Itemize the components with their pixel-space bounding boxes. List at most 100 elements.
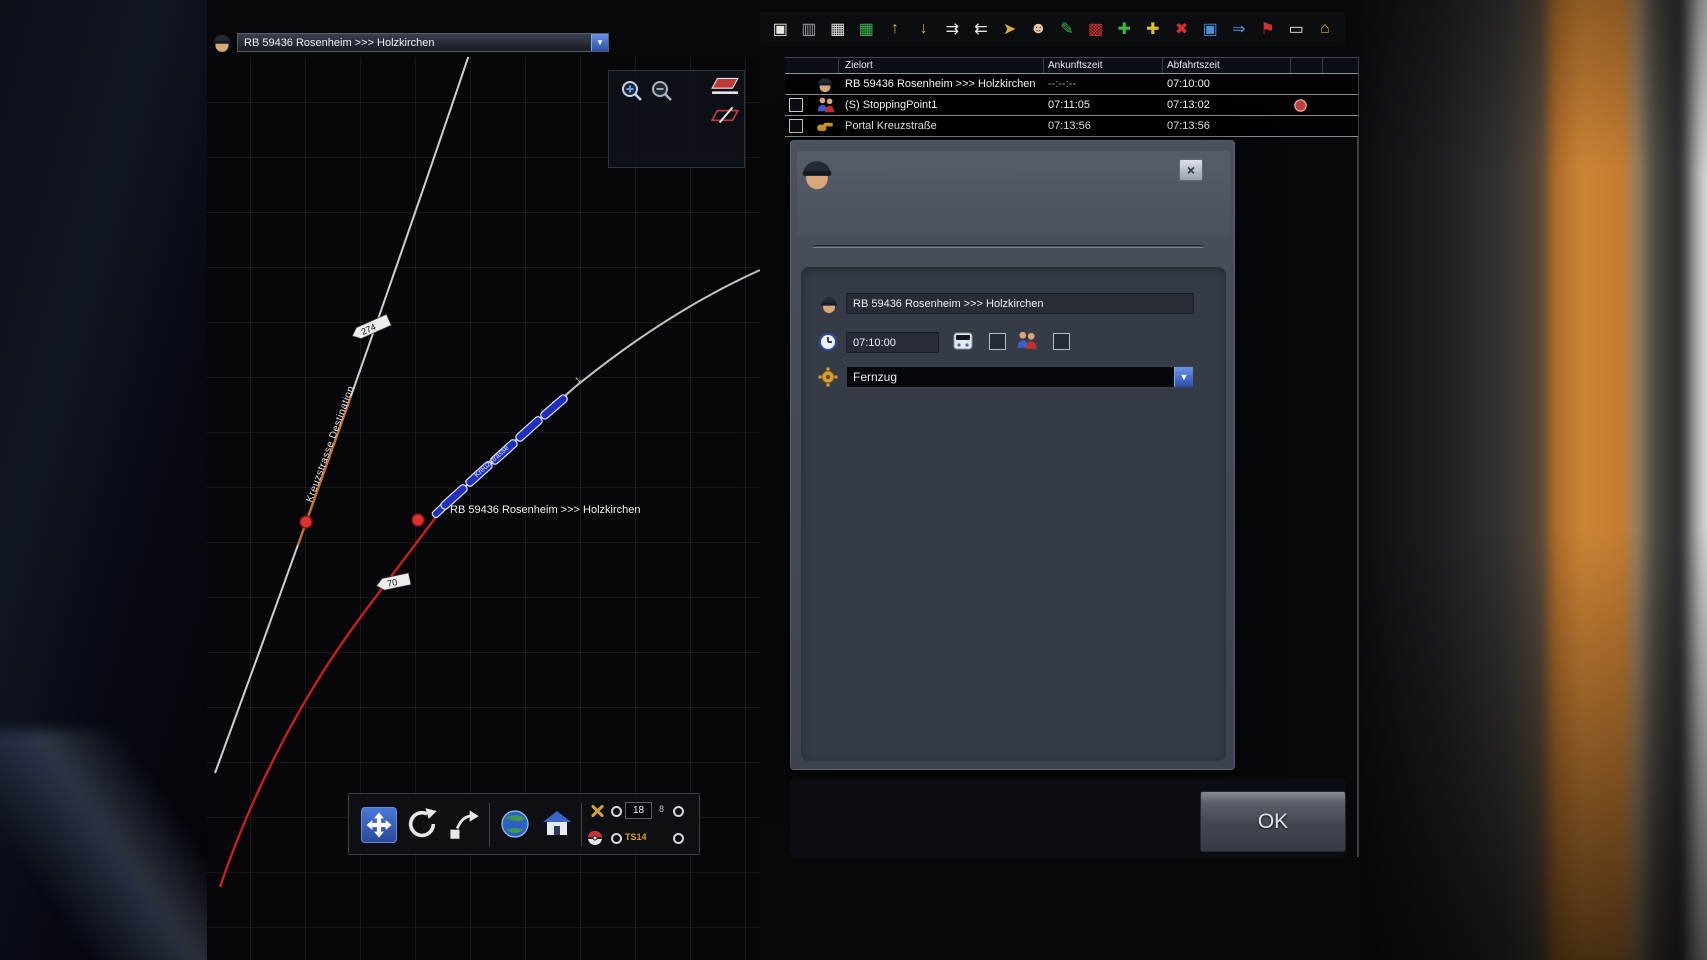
track-destination-label: Kreuzstrasse Destination bbox=[304, 384, 356, 504]
row-ankunftszeit: --:--:-- bbox=[1048, 78, 1076, 90]
route-marker-dot[interactable] bbox=[412, 514, 424, 526]
driver-avatar bbox=[799, 155, 835, 191]
row-abfahrtszeit: 07:13:02 bbox=[1167, 99, 1210, 111]
driver-avatar bbox=[211, 31, 233, 53]
zoom-in-button[interactable] bbox=[619, 78, 645, 104]
dialog-divider bbox=[813, 245, 1203, 248]
route-selector-dropdown[interactable]: RB 59436 Rosenheim >>> Holzkirchen ▼ bbox=[237, 33, 609, 52]
globe-icon bbox=[499, 808, 531, 840]
draw-area-button[interactable] bbox=[711, 75, 739, 97]
map-panel[interactable]: 274 70 Kreuzstrasse Destination Kreuzstr… bbox=[207, 57, 760, 960]
flag-icon[interactable]: ⚑ bbox=[1255, 16, 1280, 42]
row-abfahrtszeit: 07:13:56 bbox=[1167, 120, 1210, 132]
display-radio-2[interactable] bbox=[673, 806, 684, 817]
texture-grid-icon[interactable]: ▩ bbox=[1083, 16, 1108, 42]
row-zielort: (S) StoppingPoint1 bbox=[845, 99, 1041, 111]
background-scene-right bbox=[1360, 0, 1707, 960]
driver-avatar bbox=[819, 294, 839, 314]
edit-area-button[interactable] bbox=[711, 105, 739, 127]
table-row-stop[interactable]: (S) StoppingPoint1 07:11:05 07:13:02 bbox=[785, 95, 1358, 116]
portal-tool-icon[interactable]: ⇒ bbox=[1227, 16, 1252, 42]
shift-left-icon[interactable]: ⇇ bbox=[969, 16, 994, 42]
grid-icon[interactable]: ▦ bbox=[825, 16, 850, 42]
stop-marker-icon bbox=[1293, 98, 1308, 116]
table-row-portal[interactable]: Portal Kreuzstraße 07:13:56 07:13:56 bbox=[785, 116, 1358, 137]
home-icon bbox=[541, 808, 573, 840]
train-option-checkbox[interactable] bbox=[989, 333, 1006, 350]
timetable-header: Zielort Ankunftszeit Abfahrtszeit bbox=[785, 57, 1358, 74]
home-view-button[interactable] bbox=[541, 808, 573, 840]
passengers-icon[interactable] bbox=[1015, 330, 1039, 351]
pan-tool-button[interactable] bbox=[361, 807, 397, 843]
column-zielort: Zielort bbox=[845, 60, 873, 71]
rotate-view-button[interactable] bbox=[405, 807, 439, 841]
service-type-icon bbox=[818, 367, 838, 387]
add-service-icon[interactable]: ✚ bbox=[1112, 16, 1137, 42]
rotate-icon bbox=[405, 807, 439, 841]
raise-icon[interactable]: ↑ bbox=[883, 16, 908, 42]
crossed-tools-icon[interactable] bbox=[589, 803, 605, 819]
ruler-icon[interactable]: ▭ bbox=[1284, 16, 1309, 42]
delete-service-icon[interactable]: ✖ bbox=[1169, 16, 1194, 42]
service-dialog: × bbox=[790, 140, 1235, 770]
display-radio-1[interactable] bbox=[611, 806, 622, 817]
column-abfahrtszeit: Abfahrtszeit bbox=[1167, 60, 1220, 71]
dialog-body: Fernzug ▼ bbox=[801, 267, 1226, 761]
properties-icon[interactable]: ▣ bbox=[1198, 16, 1223, 42]
gradient-marker-lower-value: 70 bbox=[386, 577, 398, 589]
jump-icon bbox=[447, 807, 481, 841]
row-zielort: RB 59436 Rosenheim >>> Holzkirchen bbox=[845, 78, 1041, 90]
shift-right-icon[interactable]: ⇉ bbox=[940, 16, 965, 42]
depot-icon[interactable]: ⌂ bbox=[1312, 16, 1337, 42]
clock-icon bbox=[818, 332, 838, 352]
column-ankunftszeit: Ankunftszeit bbox=[1048, 60, 1102, 71]
row-ankunftszeit: 07:13:56 bbox=[1048, 120, 1091, 132]
editor-screen: 274 70 Kreuzstrasse Destination Kreuzstr… bbox=[0, 0, 1707, 960]
lower-icon[interactable]: ↓ bbox=[911, 16, 936, 42]
service-type-dropdown[interactable]: Fernzug ▼ bbox=[846, 366, 1194, 388]
jump-to-button[interactable] bbox=[447, 807, 481, 841]
light-streak bbox=[0, 730, 207, 960]
timetable-rows: RB 59436 Rosenheim >>> Holzkirchen --:--… bbox=[785, 74, 1358, 137]
edit-icon[interactable]: ✎ bbox=[1055, 16, 1080, 42]
row-zielort: Portal Kreuzstraße bbox=[845, 120, 1041, 132]
row-abfahrtszeit: 07:10:00 bbox=[1167, 78, 1210, 90]
panel-edge-line bbox=[1357, 57, 1359, 857]
table-row-service[interactable]: RB 59436 Rosenheim >>> Holzkirchen --:--… bbox=[785, 74, 1358, 95]
hand-tool-icon[interactable]: ➤ bbox=[997, 16, 1022, 42]
track-right bbox=[437, 270, 760, 513]
world-view-button[interactable] bbox=[499, 808, 531, 840]
version-label: TS14 bbox=[625, 832, 647, 842]
route-marker-dot[interactable] bbox=[300, 516, 312, 528]
driver-tool-icon[interactable]: ☻ bbox=[1026, 16, 1051, 42]
editor-toolbar: ▣ ▥ ▦ ▦ ↑ ↓ ⇉ ⇇ ➤ ☻ ✎ ▩ ✚ ✚ ✖ ▣ ⇒ ⚑ ▭ ⌂ bbox=[760, 12, 1345, 46]
dialog-header bbox=[797, 151, 1230, 237]
row-checkbox[interactable] bbox=[789, 98, 803, 112]
hand-icon bbox=[816, 120, 835, 136]
dropdown-arrow-icon[interactable]: ▼ bbox=[591, 34, 608, 51]
close-button[interactable]: × bbox=[1179, 159, 1203, 181]
red-white-ball-icon[interactable] bbox=[587, 830, 603, 846]
display-radio-3[interactable] bbox=[611, 833, 622, 844]
row-checkbox[interactable] bbox=[789, 119, 803, 133]
grid-active-icon[interactable]: ▦ bbox=[854, 16, 879, 42]
train-track-label: Kreuzstrasse bbox=[472, 443, 511, 479]
service-name-field[interactable] bbox=[846, 293, 1194, 314]
zoom-out-button[interactable] bbox=[649, 78, 675, 104]
counter-label: 8 bbox=[659, 804, 664, 814]
route-name-label: RB 59436 Rosenheim >>> Holzkirchen bbox=[450, 504, 640, 516]
passengers-option-checkbox[interactable] bbox=[1053, 333, 1070, 350]
route-selector-value: RB 59436 Rosenheim >>> Holzkirchen bbox=[244, 37, 434, 49]
move-arrows-icon bbox=[364, 810, 394, 840]
save-icon[interactable]: ▣ bbox=[768, 16, 793, 42]
departure-time-input[interactable] bbox=[846, 332, 939, 353]
driver-avatar bbox=[816, 75, 834, 96]
display-radio-4[interactable] bbox=[673, 833, 684, 844]
ok-button[interactable]: OK bbox=[1200, 791, 1346, 852]
delete-icon[interactable]: ▥ bbox=[797, 16, 822, 42]
dropdown-arrow-icon[interactable]: ▼ bbox=[1174, 367, 1193, 387]
add-stop-icon[interactable]: ✚ bbox=[1141, 16, 1166, 42]
map-zoom-panel bbox=[608, 70, 745, 168]
train-icon[interactable] bbox=[951, 331, 975, 351]
frame-value-box[interactable]: 18 bbox=[625, 802, 652, 819]
